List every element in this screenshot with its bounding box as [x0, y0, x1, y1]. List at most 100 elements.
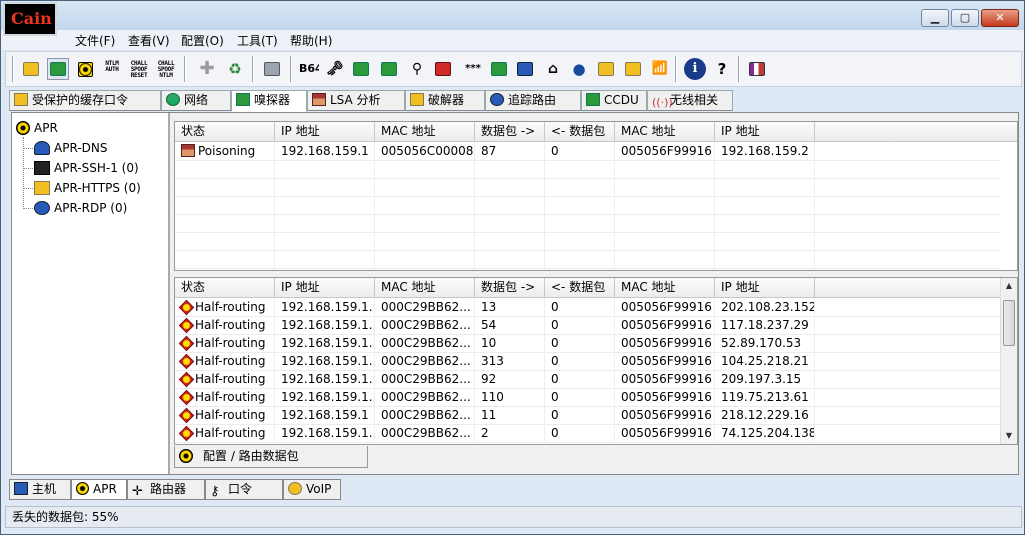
col-header-ip[interactable]: IP 地址: [275, 122, 375, 142]
tab-voip[interactable]: VoIP: [283, 479, 341, 500]
cell-text: Half-routing: [195, 426, 266, 440]
rdp-icon[interactable]: [488, 58, 510, 80]
col-header-status[interactable]: 状态: [175, 122, 275, 142]
chall-spoof-ntlm-icon[interactable]: CHALL SPOOF NTLM: [155, 58, 177, 80]
menu-tools[interactable]: 工具(T): [237, 32, 278, 49]
tab-sniffer[interactable]: 嗅探器: [231, 90, 307, 112]
table-cell: 10: [475, 335, 545, 353]
base64-icon[interactable]: B64: [298, 58, 320, 80]
toolbar-separator: [738, 56, 740, 82]
menu-file[interactable]: 文件(F): [75, 32, 115, 49]
decoder-icon[interactable]: [261, 58, 283, 80]
half-routing-icon: [178, 425, 195, 442]
tab-protected-cache[interactable]: 受保护的缓存口令: [9, 90, 161, 111]
col-header-packets-out[interactable]: 数据包 ->: [475, 278, 545, 298]
menu-view[interactable]: 查看(V): [128, 32, 170, 49]
table-row[interactable]: Half-routing 192.168.159.1... 000C29BB62..…: [175, 353, 1001, 371]
globe-icon[interactable]: ●: [568, 58, 590, 80]
password-mask-icon[interactable]: ***: [460, 58, 486, 80]
tab-lsa[interactable]: LSA 分析: [307, 90, 405, 111]
close-button[interactable]: ✕: [981, 9, 1019, 27]
table-row[interactable]: Half-routing 192.168.159.1... 000C29BB62..…: [175, 425, 1001, 443]
wireless-icon[interactable]: 📶: [649, 58, 671, 80]
dns-user-icon: [34, 141, 50, 155]
scroll-thumb[interactable]: [1003, 300, 1015, 346]
col-header-ip-2[interactable]: IP 地址: [715, 278, 815, 298]
recycle-icon[interactable]: ♻: [224, 58, 246, 80]
menu-help[interactable]: 帮助(H): [290, 32, 332, 49]
add-icon[interactable]: ✚: [196, 58, 218, 80]
pwd-icon[interactable]: ⚲: [406, 58, 428, 80]
col-header-mac[interactable]: MAC 地址: [375, 278, 475, 298]
tab-passwords[interactable]: ⚷ 口令: [205, 479, 283, 500]
tools-icon[interactable]: [595, 58, 617, 80]
lm-hash-icon[interactable]: [350, 58, 372, 80]
cain-app-icon[interactable]: Cain: [3, 2, 57, 36]
maximize-button[interactable]: ▢: [951, 9, 979, 27]
scroll-up-icon[interactable]: ▲: [1001, 278, 1017, 294]
ntlm-auth-icon[interactable]: NTLM AUTH: [101, 58, 123, 80]
edit-icon[interactable]: [622, 58, 644, 80]
key-icon[interactable]: 🗝: [324, 58, 346, 80]
house-icon[interactable]: ⌂: [542, 58, 564, 80]
tree-item-apr-dns[interactable]: APR-DNS: [34, 139, 107, 157]
tab-network[interactable]: 网络: [161, 90, 231, 111]
cell-text: 000C29BB62...: [381, 408, 471, 422]
table-cell: 000C29BB62...: [375, 407, 475, 425]
col-header-mac-2[interactable]: MAC 地址: [615, 278, 715, 298]
tab-config-routing-packets[interactable]: 配置 / 路由数据包: [174, 446, 368, 468]
hash-calc-icon[interactable]: [514, 58, 536, 80]
scroll-down-icon[interactable]: ▼: [1001, 428, 1017, 444]
table-row[interactable]: Half-routing 192.168.159.1... 000C29BB62..…: [175, 371, 1001, 389]
cell-text: Half-routing: [195, 318, 266, 332]
tab-hosts[interactable]: 主机: [9, 479, 71, 500]
tree-root-apr[interactable]: APR: [16, 119, 58, 137]
exit-icon[interactable]: [746, 58, 768, 80]
decoder-icon: [264, 62, 280, 76]
table-row[interactable]: Half-routing 192.168.159.1 000C29BB62... 11…: [175, 407, 1001, 425]
menu-config[interactable]: 配置(O): [181, 32, 224, 49]
tab-label: 口令: [228, 482, 253, 496]
open-folder-icon[interactable]: [20, 58, 42, 80]
table-cell: 000C29BB62...: [375, 335, 475, 353]
tab-ccdu[interactable]: CCDU: [581, 90, 647, 111]
table-cell: Half-routing: [175, 371, 275, 389]
col-header-mac-2[interactable]: MAC 地址: [615, 122, 715, 142]
tree-item-apr-ssh[interactable]: APR-SSH-1 (0): [34, 159, 139, 177]
help-icon[interactable]: ?: [711, 58, 733, 80]
table-row[interactable]: Half-routing 192.168.159.1... 000C29BB62..…: [175, 335, 1001, 353]
table-row[interactable]: Half-routing 192.168.159.1... 000C29BB62..…: [175, 389, 1001, 407]
table-cell: 000C29BB62...: [375, 425, 475, 443]
col-header-mac[interactable]: MAC 地址: [375, 122, 475, 142]
cell-text: 0: [551, 144, 559, 158]
tree-item-apr-rdp[interactable]: APR-RDP (0): [34, 199, 127, 217]
tab-apr[interactable]: APR: [71, 479, 127, 500]
start-sniffer-icon[interactable]: [47, 58, 69, 80]
tab-routers[interactable]: ✛ 路由器: [127, 479, 205, 500]
tab-traceroute[interactable]: 追踪路由: [485, 90, 581, 111]
minimize-button[interactable]: ▁: [921, 9, 949, 27]
edit-icon: [625, 62, 641, 76]
col-header-packets-out[interactable]: 数据包 ->: [475, 122, 545, 142]
table-cell: [715, 215, 815, 233]
col-header-ip-2[interactable]: IP 地址: [715, 122, 815, 142]
col-header-packets-in[interactable]: <- 数据包: [545, 122, 615, 142]
mpr-icon[interactable]: [378, 58, 400, 80]
col-header-packets-in[interactable]: <- 数据包: [545, 278, 615, 298]
chall-spoof-reset-icon[interactable]: CHALL SPOOF RESET: [128, 58, 150, 80]
tab-wireless[interactable]: ((·))无线相关: [647, 90, 733, 111]
info-icon[interactable]: i: [684, 58, 706, 80]
tree-item-apr-https[interactable]: APR-HTTPS (0): [34, 179, 141, 197]
title-bar[interactable]: Cain ▁ ▢ ✕: [1, 1, 1024, 36]
table-row[interactable]: Poisoning 192.168.159.1 005056C00008 87 0 005…: [175, 143, 1001, 161]
vertical-scrollbar[interactable]: ▲ ▼: [1000, 278, 1017, 444]
table-row[interactable]: Half-routing 192.168.159.1... 000C29BB62..…: [175, 299, 1001, 317]
table-cell: [175, 251, 275, 269]
nc-icon[interactable]: [432, 58, 454, 80]
table-row[interactable]: Half-routing 192.168.159.1... 000C29BB62..…: [175, 317, 1001, 335]
cell-text: 005056C00008: [381, 144, 474, 158]
col-header-ip[interactable]: IP 地址: [275, 278, 375, 298]
tab-cracker[interactable]: 破解器: [405, 90, 485, 111]
col-header-status[interactable]: 状态: [175, 278, 275, 298]
radiation-apr-icon[interactable]: [74, 58, 96, 80]
